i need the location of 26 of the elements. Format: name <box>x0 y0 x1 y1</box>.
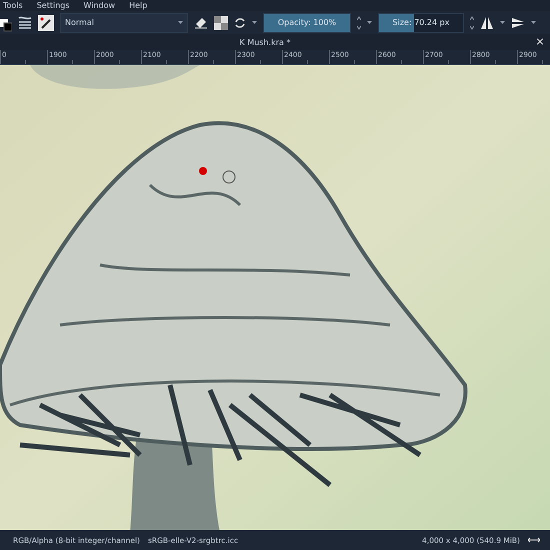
color-marker-dot <box>199 167 207 175</box>
opacity-slider[interactable]: Opacity: 100% <box>263 12 351 32</box>
zoom-fit-icon[interactable] <box>528 537 540 543</box>
menu-item[interactable]: Settings <box>36 0 70 10</box>
brush-editor-icon[interactable] <box>38 14 54 30</box>
brush-presets-icon[interactable] <box>18 16 32 30</box>
close-button[interactable]: × <box>530 36 550 48</box>
menu-item[interactable]: Help <box>129 0 148 10</box>
spin-buttons-icon[interactable] <box>357 16 361 30</box>
size-slider[interactable]: Size: 70.24 px <box>378 12 464 32</box>
refresh-icon[interactable] <box>234 16 246 28</box>
document-tab[interactable]: K Mush.kra * <box>0 38 530 46</box>
spin-buttons-icon[interactable] <box>470 16 474 30</box>
dropdown-arrow-icon[interactable] <box>500 21 505 24</box>
dropdown-arrow-icon[interactable] <box>367 21 372 24</box>
caret-icon[interactable] <box>178 21 183 24</box>
menu-item[interactable]: Tools <box>3 0 23 10</box>
mirror-horizontal-icon[interactable] <box>480 16 494 30</box>
dropdown-arrow-icon[interactable] <box>252 21 257 24</box>
brush-cursor-icon <box>222 170 236 184</box>
dropdown-arrow-icon[interactable] <box>531 21 536 24</box>
mirror-vertical-icon[interactable] <box>511 16 525 28</box>
checkerboard-icon[interactable] <box>214 16 228 30</box>
blend-mode-dropdown[interactable]: Normal <box>60 12 188 32</box>
eraser-icon[interactable] <box>194 16 208 28</box>
menu-item[interactable]: Window <box>84 0 116 10</box>
